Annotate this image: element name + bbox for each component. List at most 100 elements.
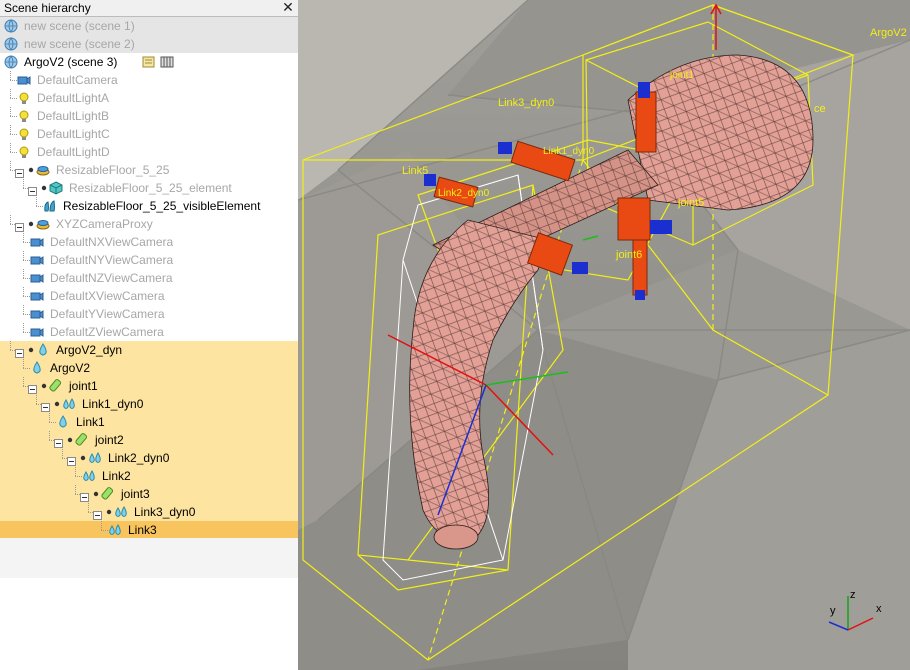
tree-item[interactable]: DefaultLightD xyxy=(0,143,298,161)
tree-connector xyxy=(23,179,24,188)
camera-icon xyxy=(17,73,31,87)
tree-item[interactable]: DefaultLightB xyxy=(0,107,298,125)
tree-connector xyxy=(10,71,11,80)
label-joint6: joint6 xyxy=(615,249,642,261)
globe-icon xyxy=(4,37,18,51)
tree-item[interactable]: DefaultLightC xyxy=(0,125,298,143)
tree-item[interactable]: DefaultNZViewCamera xyxy=(0,269,298,287)
light-icon xyxy=(17,91,31,105)
tree-item[interactable]: Link3_dyn0 xyxy=(0,503,298,521)
expand-toggle-icon[interactable] xyxy=(67,453,76,466)
tree-connector xyxy=(23,233,24,242)
tree-item[interactable]: Link1_dyn0 xyxy=(0,395,298,413)
tree-connector xyxy=(23,269,24,278)
tree-connector xyxy=(10,89,11,98)
model-marker-icon xyxy=(39,379,53,393)
tree-item[interactable]: ResizableFloor_5_25_visibleElement xyxy=(0,197,298,215)
expand-toggle-icon[interactable] xyxy=(28,381,37,394)
tree-item[interactable]: ArgoV2 xyxy=(0,359,298,377)
shape-icon xyxy=(43,199,57,213)
tree-connector xyxy=(49,413,50,422)
3d-viewport[interactable]: ArgoV2 joint1 Link3_dyn0 Link1_dyn0 Link… xyxy=(298,0,910,670)
tree-connector xyxy=(23,296,30,297)
light-icon xyxy=(17,145,31,159)
tree-connector xyxy=(10,341,11,350)
tree-connector xyxy=(88,503,89,512)
tree-item-label: Link2_dyn0 xyxy=(108,451,170,465)
tree-connector xyxy=(75,467,76,476)
tree-connector xyxy=(23,323,24,332)
camera-icon xyxy=(30,325,44,339)
tree-item-label: Link1 xyxy=(76,415,105,429)
tree-item[interactable]: DefaultNYViewCamera xyxy=(0,251,298,269)
drops-icon xyxy=(82,469,96,483)
expand-toggle-icon[interactable] xyxy=(54,435,63,448)
tree-item[interactable]: DefaultCamera xyxy=(0,71,298,89)
label-argov2: ArgoV2 xyxy=(870,27,907,39)
script-icon[interactable] xyxy=(142,55,156,69)
tree-item[interactable]: DefaultNXViewCamera xyxy=(0,233,298,251)
globe-icon xyxy=(4,19,18,33)
tree-connector xyxy=(10,107,11,116)
expand-toggle-icon[interactable] xyxy=(28,183,37,196)
tree-item-label: ArgoV2 xyxy=(50,361,91,375)
tree-item[interactable]: Link3 xyxy=(0,521,298,539)
tree-item-label: DefaultLightA xyxy=(37,91,110,105)
expand-toggle-icon[interactable] xyxy=(15,219,24,232)
tree-connector xyxy=(23,359,24,368)
expand-toggle-icon[interactable] xyxy=(93,507,102,520)
tree-item[interactable]: ResizableFloor_5_25 xyxy=(0,161,298,179)
tree-connector xyxy=(10,80,17,81)
tree-item[interactable]: XYZCameraProxy xyxy=(0,215,298,233)
tree-connector xyxy=(49,422,56,423)
expand-toggle-icon[interactable] xyxy=(15,165,24,178)
floor xyxy=(298,0,910,670)
tree-blank-area xyxy=(0,538,298,578)
tree-item[interactable]: DefaultZViewCamera xyxy=(0,323,298,341)
tree-connector xyxy=(23,278,30,279)
expand-toggle-icon[interactable] xyxy=(41,399,50,412)
tree-connector xyxy=(23,287,24,296)
customization-icon[interactable] xyxy=(160,55,174,69)
tree-item[interactable]: Link2 xyxy=(0,467,298,485)
tree-item[interactable]: joint3 xyxy=(0,485,298,503)
tree-item[interactable]: DefaultXViewCamera xyxy=(0,287,298,305)
expand-toggle-icon[interactable] xyxy=(80,489,89,502)
expand-toggle-icon[interactable] xyxy=(15,345,24,358)
model-marker-icon xyxy=(91,487,105,501)
tree-item[interactable]: ArgoV2 (scene 3) xyxy=(0,53,298,71)
tree-item[interactable]: joint1 xyxy=(0,377,298,395)
tree-item[interactable]: DefaultLightA xyxy=(0,89,298,107)
light-icon xyxy=(17,109,31,123)
tree-item[interactable]: new scene (scene 2) xyxy=(0,35,298,53)
tree-item[interactable]: ResizableFloor_5_25_element xyxy=(0,179,298,197)
tree-connector xyxy=(10,215,11,224)
globe-icon xyxy=(4,55,18,69)
tree-item[interactable]: new scene (scene 1) xyxy=(0,17,298,35)
tree-connector xyxy=(23,305,24,314)
tree-item-label: DefaultLightC xyxy=(37,127,110,141)
tree-connector xyxy=(75,476,82,477)
label-link5: Link5 xyxy=(402,165,428,177)
close-icon[interactable]: ✕ xyxy=(281,0,295,16)
drops-icon xyxy=(108,523,122,537)
camera-icon xyxy=(30,253,44,267)
tree-item-label: ArgoV2_dyn xyxy=(56,343,123,357)
tree-item-label: Link1_dyn0 xyxy=(82,397,144,411)
tree-item-label: ResizableFloor_5_25 xyxy=(56,163,170,177)
tree-connector xyxy=(101,530,108,531)
axis-label-x: x xyxy=(876,603,882,615)
tree-connector xyxy=(10,134,17,135)
tree-connector xyxy=(23,377,24,386)
tree-item-label: XYZCameraProxy xyxy=(56,217,153,231)
tree-item[interactable]: Link2_dyn0 xyxy=(0,449,298,467)
tree-item[interactable]: joint2 xyxy=(0,431,298,449)
panel-titlebar: Scene hierarchy ✕ xyxy=(0,0,298,17)
tree-item[interactable]: ArgoV2_dyn xyxy=(0,341,298,359)
tree-item-label: ResizableFloor_5_25_visibleElement xyxy=(63,199,261,213)
scene-canvas[interactable]: ArgoV2 joint1 Link3_dyn0 Link1_dyn0 Link… xyxy=(298,0,910,670)
tree-item[interactable]: DefaultYViewCamera xyxy=(0,305,298,323)
tree-item[interactable]: Link1 xyxy=(0,413,298,431)
tree-item-label: DefaultLightB xyxy=(37,109,110,123)
model-marker-icon xyxy=(78,451,92,465)
